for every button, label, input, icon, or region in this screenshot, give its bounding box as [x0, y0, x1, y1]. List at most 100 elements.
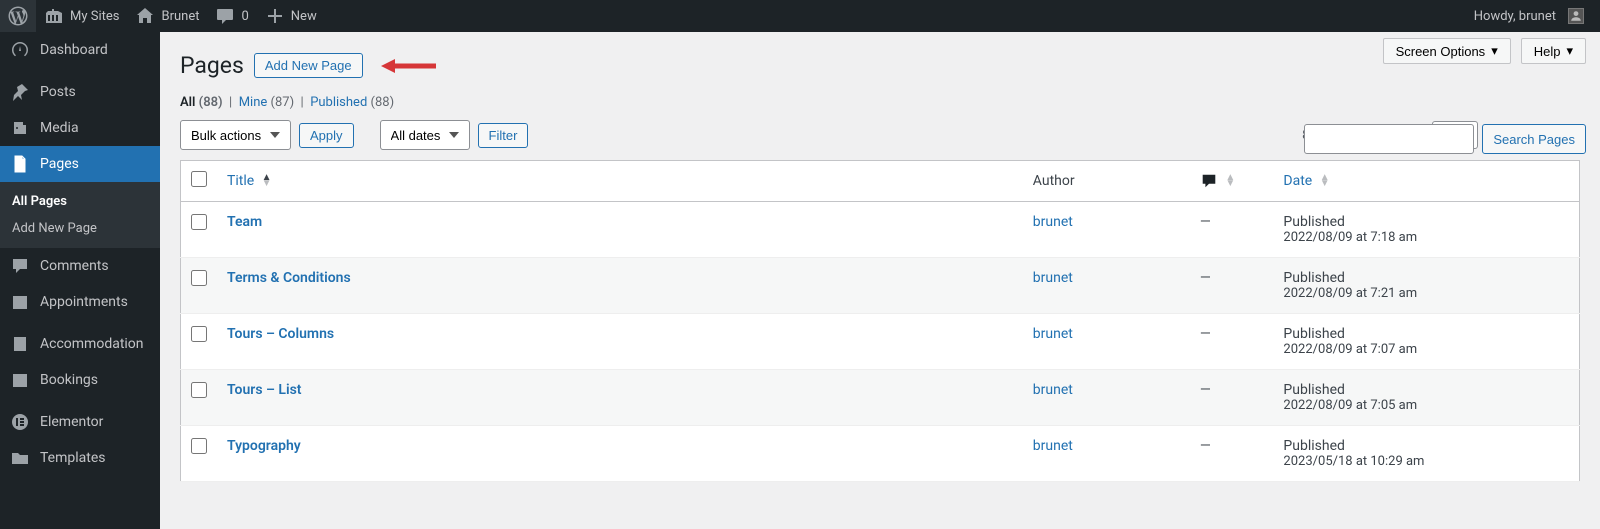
- col-title[interactable]: Title ▲▼: [217, 161, 1023, 202]
- media-icon: [10, 118, 30, 138]
- row-status: Published: [1283, 270, 1569, 286]
- menu-templates[interactable]: Templates: [0, 440, 160, 476]
- comment-icon: [1200, 172, 1218, 190]
- row-title-link[interactable]: Terms & Conditions: [227, 270, 351, 286]
- sort-icon: ▲▼: [1320, 175, 1330, 187]
- filter-mine[interactable]: Mine (87): [239, 95, 294, 110]
- menu-accommodation[interactable]: Accommodation: [0, 326, 160, 362]
- calendar-icon: [10, 292, 30, 312]
- table-row: Terms & Conditions brunet — Published2022/0…: [181, 258, 1580, 314]
- row-status: Published: [1283, 326, 1569, 342]
- filter-button[interactable]: Filter: [478, 123, 529, 148]
- help-label: Help: [1534, 44, 1561, 59]
- admin-menu: Dashboard Posts Media Pages All Pages Ad…: [0, 32, 160, 529]
- page-icon: [10, 154, 30, 174]
- menu-media-label: Media: [40, 120, 79, 136]
- row-date: 2022/08/09 at 7:18 am: [1283, 230, 1569, 245]
- row-author-link[interactable]: brunet: [1033, 326, 1073, 342]
- site-name[interactable]: Brunet: [127, 0, 207, 32]
- home-icon: [135, 6, 155, 26]
- table-row: Tours – Columnsbrunet—Published2022/08/0…: [181, 314, 1580, 370]
- new-label: New: [291, 9, 317, 24]
- search-input[interactable]: [1304, 124, 1474, 154]
- menu-posts[interactable]: Posts: [0, 74, 160, 110]
- plus-icon: [265, 6, 285, 26]
- help-button[interactable]: Help ▾: [1521, 38, 1586, 64]
- row-author-link[interactable]: brunet: [1033, 438, 1073, 454]
- submenu-all-pages[interactable]: All Pages: [0, 188, 160, 215]
- submenu-add-new-page[interactable]: Add New Page: [0, 215, 160, 242]
- row-date: 2022/08/09 at 7:07 am: [1283, 342, 1569, 357]
- row-status: Published: [1283, 214, 1569, 230]
- row-author-link[interactable]: brunet: [1033, 382, 1073, 398]
- select-all-checkbox[interactable]: [191, 171, 207, 187]
- row-author-link[interactable]: brunet: [1033, 214, 1073, 230]
- screen-options-button[interactable]: Screen Options ▾: [1383, 38, 1511, 64]
- my-account[interactable]: Howdy, brunet: [1466, 0, 1592, 32]
- table-row: Tours – Listbrunet—Published2022/08/09 a…: [181, 370, 1580, 426]
- row-checkbox[interactable]: [191, 438, 207, 454]
- sort-icon: ▲▼: [1225, 175, 1235, 187]
- row-title-link[interactable]: Team: [227, 214, 262, 230]
- building-icon: [10, 334, 30, 354]
- howdy-text: Howdy, brunet: [1474, 9, 1556, 24]
- menu-bookings[interactable]: Bookings: [0, 362, 160, 398]
- search-button[interactable]: Search Pages: [1482, 124, 1586, 154]
- menu-templates-label: Templates: [40, 450, 106, 466]
- menu-pages[interactable]: Pages: [0, 146, 160, 182]
- pin-icon: [10, 82, 30, 102]
- content-area: Screen Options ▾ Help ▾ Pages Add New Pa…: [160, 32, 1600, 529]
- table-row: Team brunet — Published2022/08/09 at 7:18 a…: [181, 202, 1580, 258]
- folder-icon: [10, 448, 30, 468]
- row-comments: —: [1190, 202, 1274, 258]
- comment-count: 0: [241, 9, 248, 24]
- filter-all[interactable]: All (88): [180, 95, 223, 110]
- chevron-down-icon: ▾: [1491, 43, 1498, 59]
- menu-comments[interactable]: Comments: [0, 248, 160, 284]
- row-checkbox[interactable]: [191, 326, 207, 342]
- site-name-label: Brunet: [161, 9, 199, 24]
- my-sites[interactable]: My Sites: [36, 0, 127, 32]
- bulk-actions-select[interactable]: Bulk actions: [180, 120, 291, 150]
- dashboard-icon: [10, 40, 30, 60]
- row-date: 2022/08/09 at 7:21 am: [1283, 286, 1569, 301]
- submenu-pages: All Pages Add New Page: [0, 182, 160, 248]
- pages-table: Title ▲▼ Author ▲▼ Date ▲▼ Teambrunet—Pu…: [180, 160, 1580, 482]
- row-title-link[interactable]: Tours – Columns: [227, 326, 334, 342]
- col-comments[interactable]: ▲▼: [1190, 161, 1274, 202]
- screen-options-label: Screen Options: [1396, 44, 1486, 59]
- my-sites-label: My Sites: [70, 9, 119, 24]
- wp-logo[interactable]: [0, 0, 36, 32]
- annotation-arrow: [381, 56, 436, 80]
- sort-icon: ▲▼: [262, 175, 272, 187]
- row-date: 2022/08/09 at 7:05 am: [1283, 398, 1569, 413]
- table-row: Typographybrunet—Published2023/05/18 at …: [181, 426, 1580, 482]
- view-filters: All (88) | Mine (87) | Published (88): [180, 95, 1580, 110]
- menu-pages-label: Pages: [40, 156, 79, 172]
- menu-dashboard[interactable]: Dashboard: [0, 32, 160, 68]
- apply-button[interactable]: Apply: [299, 123, 354, 148]
- row-checkbox[interactable]: [191, 214, 207, 230]
- row-checkbox[interactable]: [191, 270, 207, 286]
- menu-appointments[interactable]: Appointments: [0, 284, 160, 320]
- page-title: Pages: [180, 52, 244, 79]
- row-checkbox[interactable]: [191, 382, 207, 398]
- date-filter-select[interactable]: All dates: [380, 120, 470, 150]
- menu-media[interactable]: Media: [0, 110, 160, 146]
- row-title-link[interactable]: Typography: [227, 438, 301, 454]
- menu-elementor-label: Elementor: [40, 414, 103, 430]
- row-title-link[interactable]: Tours – List: [227, 382, 302, 398]
- add-new-page-button[interactable]: Add New Page: [254, 53, 363, 78]
- row-author-link[interactable]: brunet: [1033, 270, 1073, 286]
- filter-published[interactable]: Published (88): [310, 95, 394, 110]
- menu-elementor[interactable]: Elementor: [0, 404, 160, 440]
- row-comments: —: [1190, 258, 1274, 314]
- col-date[interactable]: Date ▲▼: [1273, 161, 1579, 202]
- comments-bubble[interactable]: 0: [207, 0, 256, 32]
- comment-icon: [10, 256, 30, 276]
- new-content[interactable]: New: [257, 0, 325, 32]
- network-icon: [44, 6, 64, 26]
- chevron-down-icon: ▾: [1566, 43, 1573, 59]
- menu-comments-label: Comments: [40, 258, 109, 274]
- wordpress-icon: [8, 6, 28, 26]
